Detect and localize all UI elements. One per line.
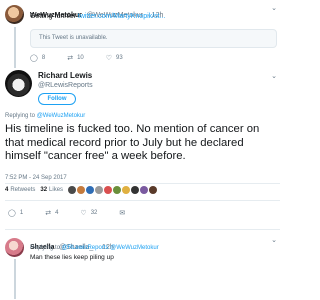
replying-to: Replying to @WeWuzMetokur: [5, 113, 85, 119]
reply-icon: ◯: [8, 210, 16, 217]
tweet-text: Man these lies keep piling up: [30, 254, 114, 261]
retweet-count: 4: [55, 210, 59, 216]
chevron-down-icon[interactable]: ⌄: [271, 4, 277, 12]
avatar-shaella[interactable]: [5, 238, 24, 257]
thread-line: [14, 259, 16, 299]
engagement-stats: 4 Retweets 32 Likes: [5, 186, 158, 194]
liker-avatar[interactable]: [77, 186, 86, 194]
tweet-timestamp[interactable]: 7:52 PM - 24 Sep 2017: [5, 175, 67, 181]
dm-button[interactable]: ✉: [119, 209, 129, 217]
avatar-wewuzmetokur[interactable]: [5, 5, 24, 24]
liker-avatar[interactable]: [68, 186, 77, 194]
tweet-actions: ◯ 1 ⇄ 4 ♡ 32 ✉: [8, 209, 151, 217]
unavailable-text: This Tweet is unavailable.: [39, 35, 108, 41]
chevron-down-icon[interactable]: ⌄: [271, 72, 277, 80]
replying-to-handle[interactable]: @WeWuzMetokur: [37, 113, 86, 119]
divider: [5, 229, 280, 230]
heart-icon: ♡: [105, 55, 113, 62]
replying-to-handles[interactable]: @RLewisReports @WeWuzMetokur: [62, 245, 159, 251]
quoted-tweet-unavailable: This Tweet is unavailable.: [30, 29, 277, 48]
like-count: 93: [116, 55, 123, 61]
liker-avatar[interactable]: [122, 186, 131, 194]
likes-label[interactable]: Likes: [49, 187, 63, 193]
tweet-text: His timeline is fucked too. No mention o…: [5, 123, 260, 162]
retweets-label[interactable]: Retweets: [10, 187, 35, 193]
likes-count[interactable]: 32: [40, 187, 47, 193]
heart-icon: ♡: [80, 210, 87, 217]
divider: [5, 200, 280, 201]
retweet-count: 10: [77, 55, 84, 61]
replying-prefix: Replying to: [30, 245, 61, 251]
retweets-count[interactable]: 4: [5, 187, 8, 193]
divider: [5, 183, 280, 184]
retweet-icon: ⇄: [45, 210, 52, 217]
liker-avatar[interactable]: [104, 186, 113, 194]
chevron-down-icon[interactable]: ⌄: [271, 236, 277, 244]
thread-line: [14, 27, 16, 68]
follow-button[interactable]: Follow: [38, 93, 76, 105]
liker-avatar[interactable]: [131, 186, 140, 194]
tweet-text-body: Getting funnier: [30, 13, 76, 20]
replying-prefix: Replying to: [5, 113, 36, 119]
retweet-button[interactable]: ⇄ 10: [67, 54, 84, 62]
tweet-link[interactable]: twitter.com/MartyKnopik/st...: [78, 13, 166, 20]
like-button[interactable]: ♡ 32: [80, 209, 97, 217]
like-count: 32: [90, 210, 98, 216]
like-button[interactable]: ♡ 93: [106, 54, 123, 62]
envelope-icon: ✉: [119, 210, 126, 217]
reply-count: 8: [41, 55, 46, 61]
display-name[interactable]: Richard Lewis: [38, 71, 92, 80]
reply-button[interactable]: ◯ 8: [30, 54, 45, 62]
avatar-richard-lewis[interactable]: [5, 70, 32, 97]
tweet-actions: ◯ 8 ⇄ 10 ♡ 93: [30, 54, 145, 62]
replying-to: Replying to @RLewisReports @WeWuzMetokur: [30, 245, 159, 251]
retweet-icon: ⇄: [67, 55, 74, 62]
tweet-text: Getting funnier twitter.com/MartyKnopik/…: [30, 13, 165, 20]
handle[interactable]: @RLewisReports: [38, 82, 93, 89]
reply-icon: ◯: [30, 55, 38, 62]
reply-count: 1: [19, 210, 24, 216]
liker-avatar[interactable]: [149, 186, 158, 194]
liker-avatar[interactable]: [113, 186, 122, 194]
liker-avatar[interactable]: [86, 186, 95, 194]
retweet-button[interactable]: ⇄ 4: [45, 209, 58, 217]
reply-button[interactable]: ◯ 1: [8, 209, 23, 217]
liker-avatar[interactable]: [95, 186, 104, 194]
liker-avatar[interactable]: [140, 186, 149, 194]
